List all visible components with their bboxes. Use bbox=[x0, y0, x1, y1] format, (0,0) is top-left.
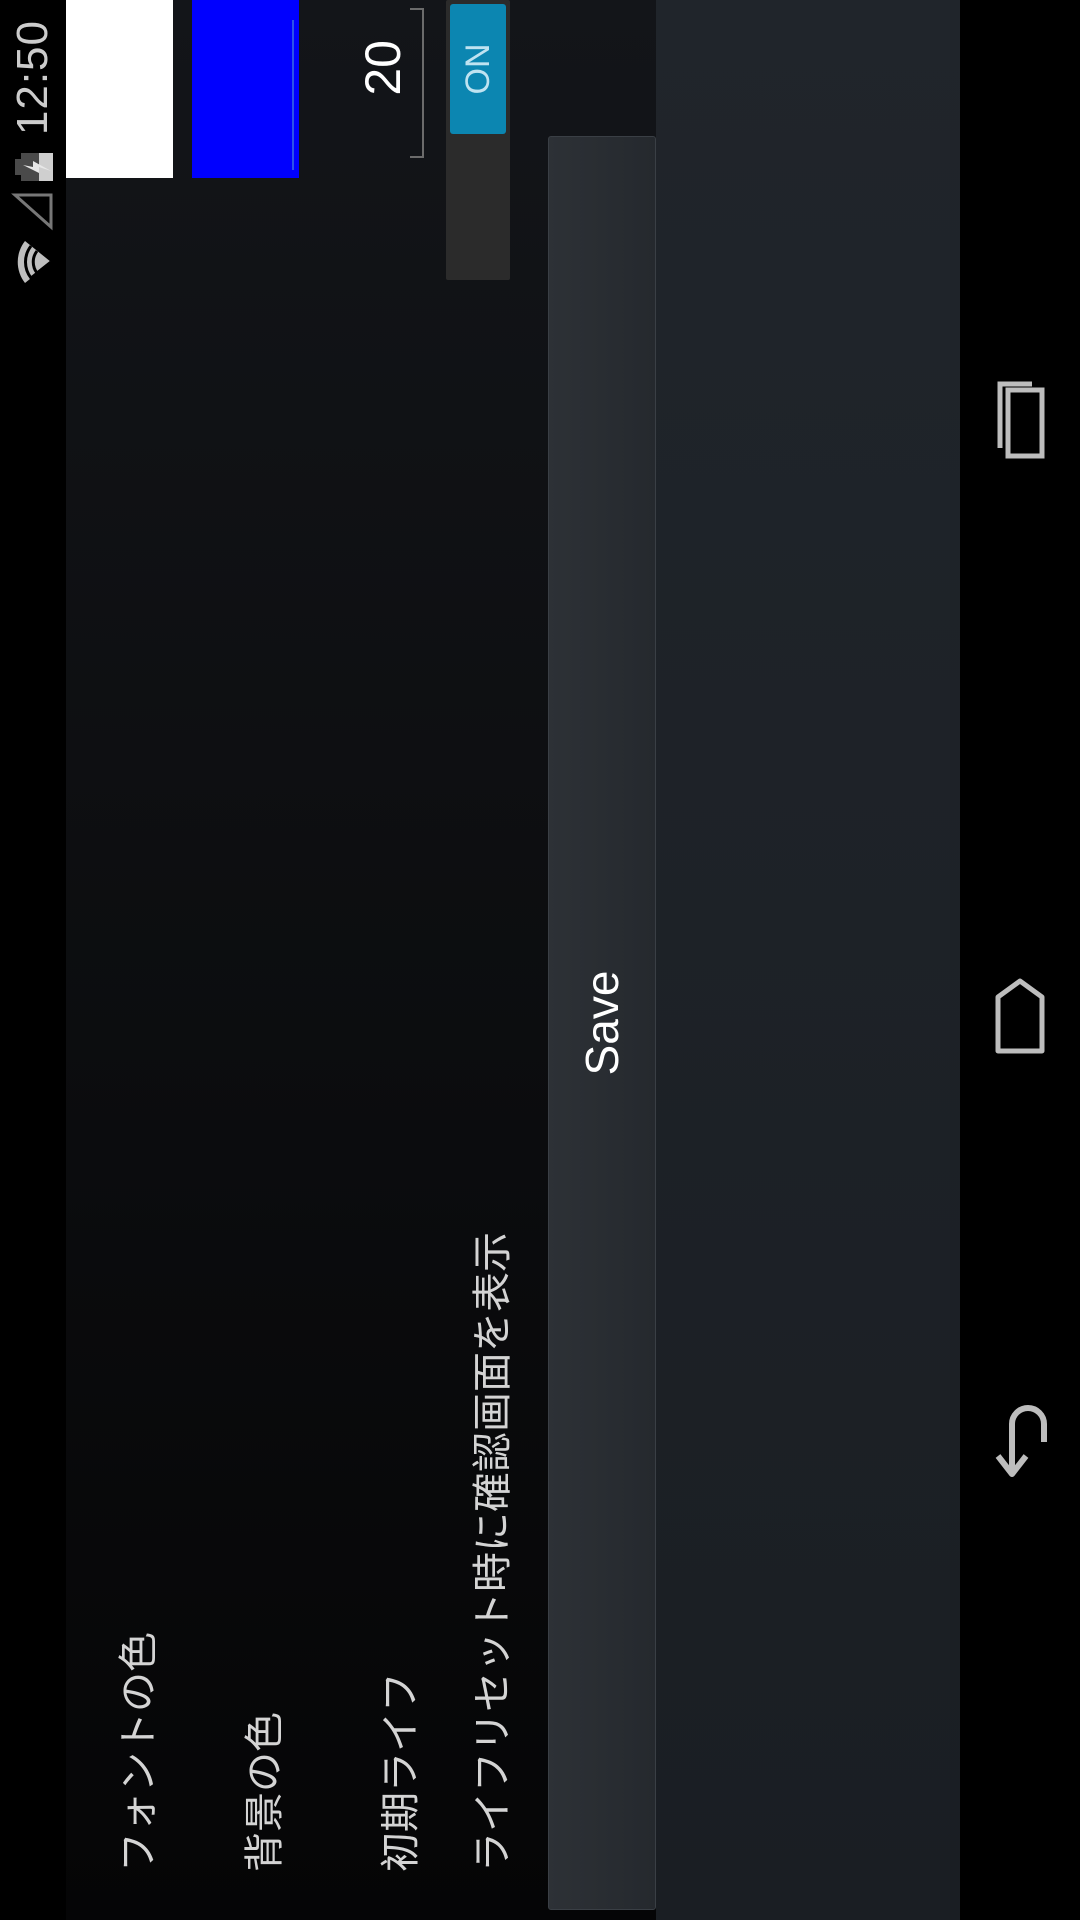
font-color-swatch[interactable] bbox=[66, 0, 173, 178]
confirm-on-reset-toggle[interactable]: ON bbox=[446, 0, 510, 280]
background-color-swatch[interactable] bbox=[192, 0, 299, 178]
font-color-label: フォントの色 bbox=[116, 1632, 162, 1872]
wifi-icon bbox=[17, 241, 52, 284]
recent-apps-button[interactable] bbox=[960, 340, 1080, 500]
input-underline bbox=[410, 8, 424, 158]
setting-font-color: フォントの色 bbox=[66, 0, 186, 1920]
setting-confirm-on-reset: ライフリセット時に確認画面を表示 ON bbox=[446, 0, 522, 1920]
background-color-label: 背景の色 bbox=[242, 1712, 288, 1872]
clock: 12:50 bbox=[8, 20, 57, 136]
navigation-bar bbox=[960, 0, 1080, 1920]
setting-initial-life: 初期ライフ 20 bbox=[314, 0, 440, 1920]
setting-background-color: 背景の色 bbox=[192, 0, 312, 1920]
toggle-thumb: ON bbox=[450, 4, 506, 134]
status-bar: 12:50 bbox=[0, 0, 66, 1920]
battery-charging-icon bbox=[15, 153, 53, 182]
home-button[interactable] bbox=[960, 936, 1080, 1096]
back-icon bbox=[995, 1405, 1047, 1477]
screen: 12:50 フォントの色 背景の色 初期ライフ 20 ライフリセット時に確認画面… bbox=[0, 0, 1080, 1920]
swatch-underline bbox=[202, 20, 294, 170]
recent-apps-icon bbox=[997, 381, 1045, 459]
settings-content: フォントの色 背景の色 初期ライフ 20 ライフリセット時に確認画面を表示 ON… bbox=[66, 0, 960, 1920]
content-background bbox=[656, 0, 960, 1920]
home-icon bbox=[995, 978, 1045, 1054]
status-icons: 12:50 bbox=[0, 0, 66, 287]
initial-life-label: 初期ライフ bbox=[378, 1672, 424, 1872]
save-button[interactable]: Save bbox=[548, 136, 656, 1910]
initial-life-input[interactable]: 20 bbox=[330, 8, 424, 158]
back-button[interactable] bbox=[960, 1360, 1080, 1520]
rotated-landscape-view: 12:50 フォントの色 背景の色 初期ライフ 20 ライフリセット時に確認画面… bbox=[0, 0, 1080, 1920]
confirm-on-reset-label: ライフリセット時に確認画面を表示 bbox=[470, 1232, 516, 1872]
signal-icon bbox=[11, 193, 53, 231]
initial-life-value: 20 bbox=[355, 40, 411, 96]
